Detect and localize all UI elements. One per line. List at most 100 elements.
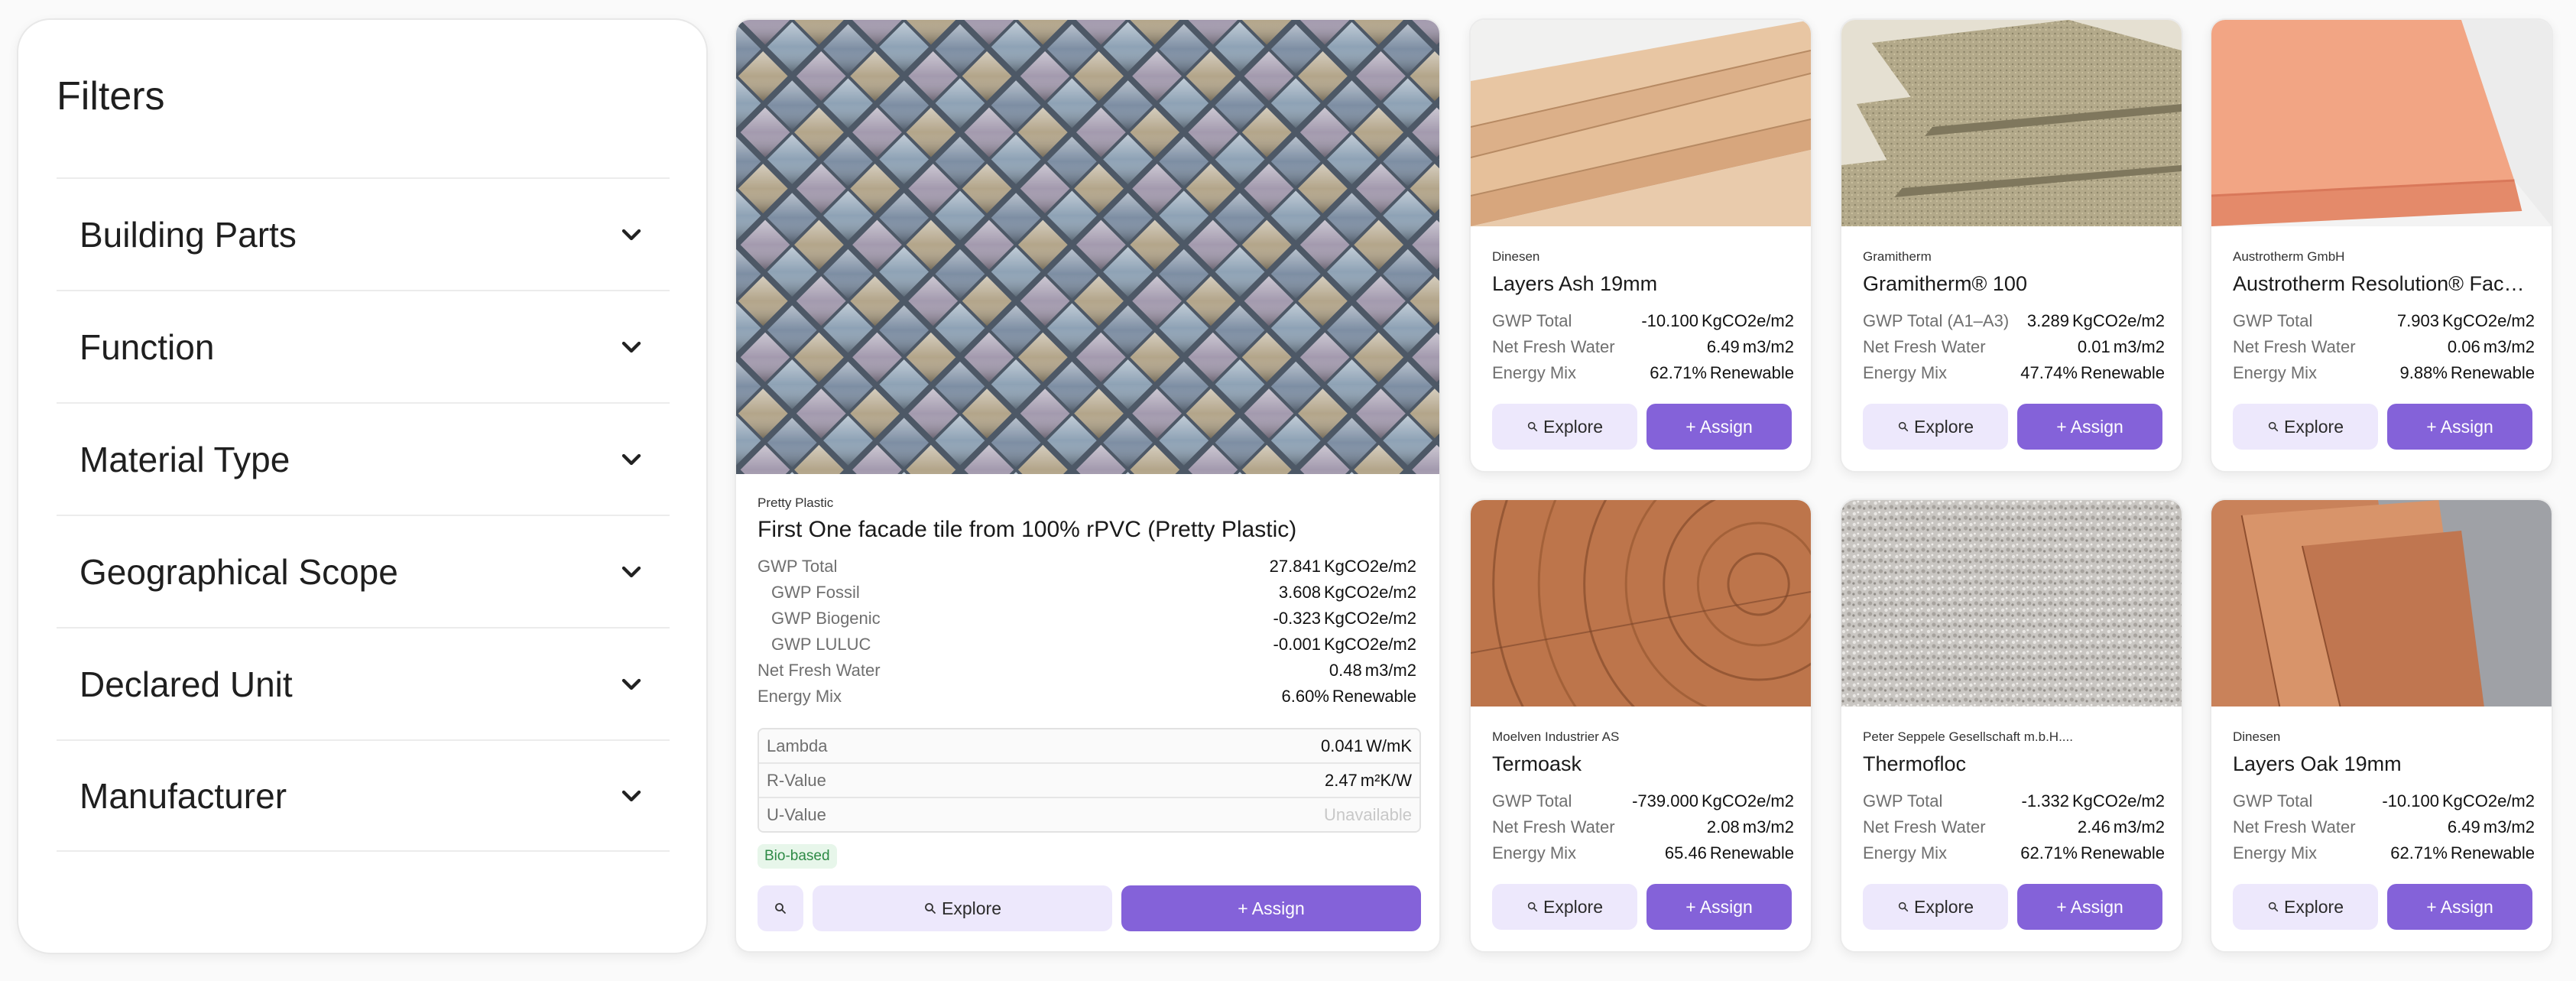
metric-label: GWP Total: [2233, 791, 2313, 810]
metric-row: GWP Total 7.903 KgCO2e/m2: [2233, 308, 2535, 334]
metric-value: 6.49: [2447, 817, 2480, 836]
explore-button[interactable]: Explore: [1492, 404, 1637, 450]
metrics-list: GWP Total -1.332 KgCO2e/m2 Net Fresh Water…: [1863, 788, 2165, 866]
metric-value: 3.289: [2026, 311, 2069, 330]
metric-row: GWP Fossil 3.608 KgCO2e/m2: [758, 580, 1416, 606]
metric-label: Net Fresh Water: [1863, 337, 1986, 356]
metric-unit: Renewable: [1332, 687, 1416, 706]
metrics-list: GWP Total -739.000 KgCO2e/m2 Net Fresh Wat…: [1492, 788, 1794, 866]
metric-value: 9.88%: [2399, 363, 2448, 382]
manufacturer-name: Peter Seppele Gesellschaft m.b.H....: [1863, 729, 2073, 744]
filter-building-parts[interactable]: Building Parts: [57, 177, 670, 290]
metric-unit: KgCO2e/m2: [2441, 791, 2535, 810]
facade-tiles-image: [736, 20, 1439, 474]
filter-geographical-scope[interactable]: Geographical Scope: [57, 515, 670, 627]
thermal-row: Lambda 0.041 W/mK: [759, 729, 1419, 764]
metric-row: Net Fresh Water 0.06 m3/m2: [2233, 334, 2535, 360]
filter-label: Material Type: [79, 439, 290, 479]
thermal-value: 0.041: [1321, 736, 1364, 755]
metric-label: Net Fresh Water: [2233, 337, 2356, 356]
metric-label: GWP Total: [1492, 791, 1572, 810]
explore-button[interactable]: Explore: [1863, 884, 2008, 930]
metric-value: 2.08: [1706, 817, 1740, 836]
filter-manufacturer[interactable]: Manufacturer: [57, 739, 670, 852]
metric-unit: m3/m2: [1364, 661, 1416, 680]
search-icon: [1526, 421, 1539, 433]
material-title: Termoask: [1492, 752, 1582, 775]
metric-value: -10.100: [2382, 791, 2439, 810]
material-title: Layers Ash 19mm: [1492, 272, 1658, 295]
metric-label: GWP Total: [758, 557, 838, 576]
metric-row: Net Fresh Water 6.49 m3/m2: [2233, 814, 2535, 840]
metric-row: Net Fresh Water 6.49 m3/m2: [1492, 334, 1794, 360]
chevron-down-icon: [616, 669, 647, 700]
assign-label: + Assign: [2056, 416, 2123, 437]
filter-material-type[interactable]: Material Type: [57, 402, 670, 515]
material-card[interactable]: Moelven Industrier AS Termoask GWP Total…: [1469, 499, 1812, 953]
explore-button[interactable]: Explore: [1863, 404, 2008, 450]
material-card[interactable]: Gramitherm Gramitherm® 100 GWP Total (A1…: [1840, 18, 2183, 473]
filter-function[interactable]: Function: [57, 290, 670, 402]
thermal-properties-table: Lambda 0.041 W/mK R-Value 2.47 m²K/W U-Val…: [758, 728, 1421, 833]
metric-label: Energy Mix: [2233, 843, 2318, 862]
material-card[interactable]: Austrotherm GmbH Austrotherm Resolution®…: [2210, 18, 2553, 473]
filters-panel: Filters Building Parts Function Material…: [17, 18, 708, 954]
metric-value: -10.100: [1641, 311, 1698, 330]
metric-unit: m3/m2: [2483, 817, 2535, 836]
material-card[interactable]: Dinesen Layers Oak 19mm GWP Total -10.100…: [2210, 499, 2553, 953]
explore-label: Explore: [1914, 896, 1974, 917]
ash-planks-image: [1471, 20, 1811, 226]
metric-value: -0.323: [1273, 609, 1321, 628]
assign-button[interactable]: + Assign: [2387, 884, 2532, 930]
assign-label: + Assign: [2426, 416, 2493, 437]
assign-button[interactable]: + Assign: [1646, 404, 1792, 450]
filter-label: Geographical Scope: [79, 551, 398, 592]
metric-label: GWP Total: [2233, 311, 2313, 330]
assign-label: + Assign: [1685, 896, 1753, 917]
bio-based-badge: Bio-based: [758, 844, 837, 869]
metric-label: Net Fresh Water: [1863, 817, 1986, 836]
metric-value: 65.46: [1664, 843, 1707, 862]
metrics-list: GWP Total (A1–A3) 3.289 KgCO2e/m2 Net Fres…: [1863, 308, 2165, 386]
explore-button[interactable]: Explore: [2233, 884, 2378, 930]
metric-row: Net Fresh Water 0.01 m3/m2: [1863, 334, 2165, 360]
thermal-row: U-Value Unavailable: [759, 798, 1419, 831]
search-button[interactable]: [758, 885, 803, 931]
metric-value: 2.46: [2077, 817, 2110, 836]
assign-button[interactable]: + Assign: [1646, 884, 1792, 930]
material-title: Layers Oak 19mm: [2233, 752, 2402, 775]
metric-label: Energy Mix: [1863, 843, 1948, 862]
metric-value: 62.71%: [1650, 363, 1707, 382]
explore-button[interactable]: Explore: [813, 885, 1112, 931]
assign-button[interactable]: + Assign: [2017, 404, 2162, 450]
material-card[interactable]: Dinesen Layers Ash 19mm GWP Total -10.100…: [1469, 18, 1812, 473]
metric-unit: Renewable: [2450, 363, 2535, 382]
chevron-down-icon: [616, 219, 647, 250]
metric-label: GWP Fossil: [771, 583, 860, 602]
search-icon: [2267, 421, 2279, 433]
metric-label: Energy Mix: [1492, 363, 1577, 382]
metric-unit: m3/m2: [2113, 337, 2165, 356]
manufacturer-name: Pretty Plastic: [758, 495, 834, 510]
assign-button[interactable]: + Assign: [2017, 884, 2162, 930]
metric-label: Net Fresh Water: [758, 661, 881, 680]
metric-unit: Renewable: [1709, 363, 1794, 382]
filter-label: Declared Unit: [79, 664, 293, 704]
metrics-list: GWP Total 27.841 KgCO2e/m2 GWP Fossil 3.6…: [758, 554, 1416, 710]
metric-row: GWP Total 27.841 KgCO2e/m2: [758, 554, 1416, 580]
metric-value: 0.01: [2077, 337, 2110, 356]
metric-label: Energy Mix: [1863, 363, 1948, 382]
metric-unit: Renewable: [2450, 843, 2535, 862]
featured-material-card[interactable]: Pretty Plastic First One facade tile fro…: [735, 18, 1441, 953]
explore-button[interactable]: Explore: [2233, 404, 2378, 450]
assign-button[interactable]: + Assign: [1121, 885, 1421, 931]
assign-button[interactable]: + Assign: [2387, 404, 2532, 450]
metric-row: GWP Total -1.332 KgCO2e/m2: [1863, 788, 2165, 814]
thermal-label: R-Value: [767, 770, 826, 790]
filter-declared-unit[interactable]: Declared Unit: [57, 627, 670, 739]
metric-row: GWP LULUC -0.001 KgCO2e/m2: [758, 632, 1416, 658]
explore-button[interactable]: Explore: [1492, 884, 1637, 930]
metric-row: Energy Mix 62.71% Renewable: [1863, 840, 2165, 866]
material-card[interactable]: Peter Seppele Gesellschaft m.b.H.... The…: [1840, 499, 2183, 953]
chevron-down-icon: [616, 781, 647, 811]
